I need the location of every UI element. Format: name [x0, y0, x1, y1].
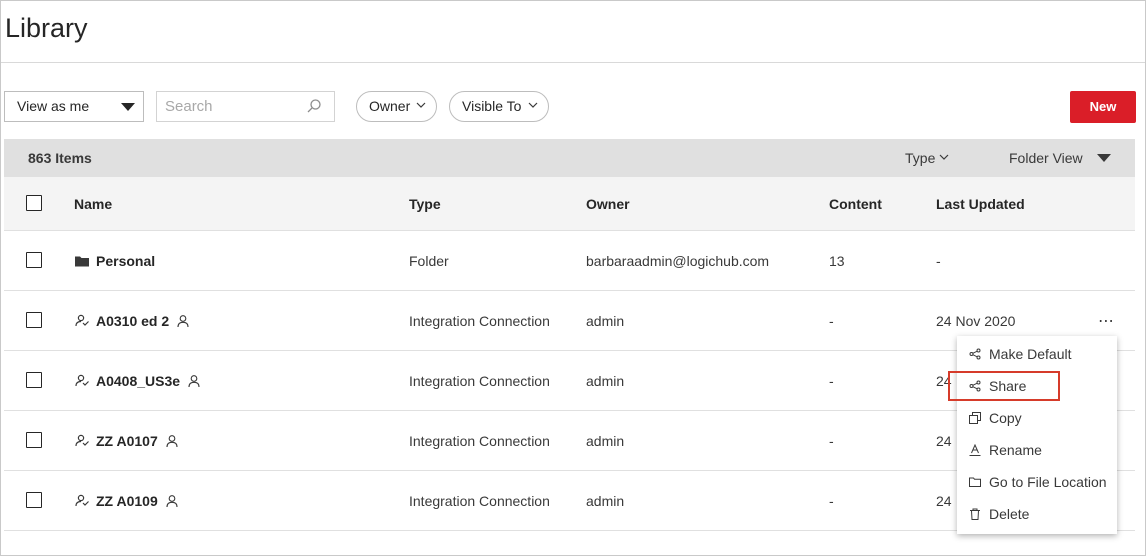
select-all-checkbox[interactable] — [26, 195, 42, 211]
row-owner: admin — [586, 372, 625, 389]
user-icon — [177, 314, 189, 327]
table-row[interactable]: Personal Folder barbaraadmin@logichub.co… — [4, 231, 1135, 291]
menu-item-make-default[interactable]: Make Default — [957, 338, 1117, 370]
caret-down-icon — [1097, 154, 1111, 162]
menu-item-label: Delete — [989, 506, 1030, 522]
chevron-down-icon — [528, 102, 538, 108]
type-filter-dropdown[interactable]: Type — [905, 150, 949, 166]
row-name[interactable]: ZZ A0109 — [96, 493, 158, 509]
column-header-content[interactable]: Content — [829, 177, 882, 230]
folder-icon — [75, 256, 89, 266]
row-type: Integration Connection — [409, 492, 550, 509]
row-checkbox[interactable] — [26, 252, 42, 268]
connection-icon — [75, 494, 89, 506]
row-content: - — [829, 372, 834, 389]
row-name[interactable]: Personal — [96, 253, 155, 269]
row-content: - — [829, 432, 834, 449]
user-icon — [166, 434, 178, 447]
share-highlight-box — [948, 371, 1060, 401]
row-content: 13 — [829, 252, 845, 269]
row-last-updated: 24 — [936, 492, 952, 509]
row-checkbox[interactable] — [26, 492, 42, 508]
view-as-select-value: View as me — [17, 98, 90, 114]
type-filter-label: Type — [905, 150, 936, 166]
table-header: Name Type Owner Content Last Updated — [4, 177, 1135, 231]
row-owner: barbaraadmin@logichub.com — [586, 252, 770, 269]
row-content: - — [829, 312, 834, 329]
app-window: Library View as me Owner Visible To — [0, 0, 1146, 556]
row-type: Integration Connection — [409, 432, 550, 449]
row-checkbox[interactable] — [26, 312, 42, 328]
row-type: Integration Connection — [409, 312, 550, 329]
owner-filter-button[interactable]: Owner — [356, 91, 437, 122]
user-icon — [166, 494, 178, 507]
menu-item-delete[interactable]: Delete — [957, 498, 1117, 530]
search-icon[interactable] — [306, 98, 322, 114]
row-checkbox[interactable] — [26, 432, 42, 448]
share-icon — [969, 348, 981, 360]
trash-icon — [970, 508, 980, 520]
chevron-down-icon — [939, 154, 949, 160]
row-last-updated: 24 — [936, 432, 952, 449]
folder-view-label: Folder View — [1009, 150, 1083, 166]
new-button[interactable]: New — [1070, 91, 1136, 123]
toolbar: View as me Owner Visible To New — [1, 90, 1145, 124]
row-name[interactable]: A0408_US3e — [96, 373, 180, 389]
menu-item-label: Go to File Location — [989, 474, 1107, 490]
column-header-owner[interactable]: Owner — [586, 177, 630, 230]
menu-item-label: Make Default — [989, 346, 1072, 362]
chevron-down-icon — [416, 102, 426, 108]
row-owner: admin — [586, 492, 625, 509]
owner-filter-label: Owner — [369, 98, 411, 114]
page-title: Library — [5, 13, 88, 43]
folder-view-dropdown[interactable]: Folder View — [1009, 150, 1111, 166]
row-context-menu: Make Default Share Copy Rename Go to Fil… — [957, 336, 1117, 534]
row-owner: admin — [586, 432, 625, 449]
visible-to-filter-button[interactable]: Visible To — [449, 91, 549, 122]
row-content: - — [829, 492, 834, 509]
connection-icon — [75, 374, 89, 386]
connection-icon — [75, 314, 89, 326]
row-name[interactable]: A0310 ed 2 — [96, 313, 169, 329]
view-as-select[interactable]: View as me — [4, 91, 144, 122]
column-header-last-updated[interactable]: Last Updated — [936, 177, 1025, 230]
row-checkbox[interactable] — [26, 372, 42, 388]
menu-item-rename[interactable]: Rename — [957, 434, 1117, 466]
item-count: 863 Items — [28, 150, 92, 166]
caret-down-icon — [121, 103, 135, 111]
row-name[interactable]: ZZ A0107 — [96, 433, 158, 449]
title-divider — [1, 62, 1145, 63]
row-type: Integration Connection — [409, 372, 550, 389]
menu-item-label: Rename — [989, 442, 1042, 458]
search-box[interactable] — [156, 91, 335, 122]
menu-item-label: Copy — [989, 410, 1022, 426]
rename-icon — [969, 444, 981, 456]
column-header-name[interactable]: Name — [74, 177, 112, 230]
menu-item-copy[interactable]: Copy — [957, 402, 1117, 434]
row-type: Folder — [409, 252, 449, 269]
user-icon — [188, 374, 200, 387]
copy-icon — [969, 412, 981, 424]
connection-icon — [75, 434, 89, 446]
menu-item-go-to-file-location[interactable]: Go to File Location — [957, 466, 1117, 498]
folder-outline-icon — [969, 477, 981, 487]
search-input[interactable] — [157, 92, 297, 121]
row-owner: admin — [586, 312, 625, 329]
column-header-type[interactable]: Type — [409, 177, 441, 230]
row-last-updated: - — [936, 252, 941, 269]
visible-to-filter-label: Visible To — [462, 98, 522, 114]
items-info-bar: 863 Items Type Folder View — [4, 139, 1135, 177]
